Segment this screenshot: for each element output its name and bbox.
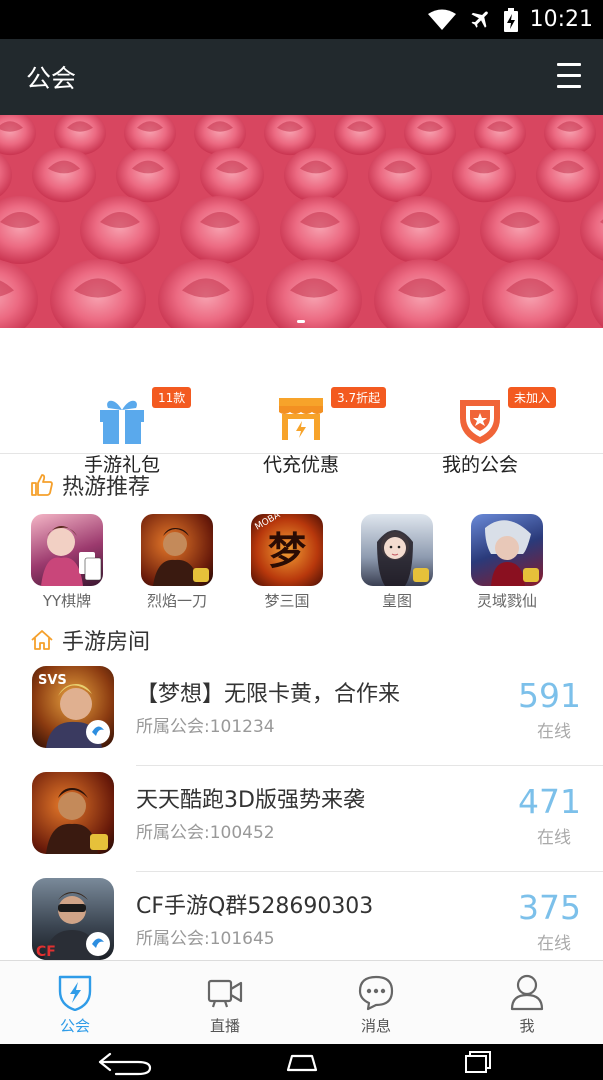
room-online-label: 在线: [537, 828, 571, 848]
join-status-badge: 未加入: [508, 387, 557, 408]
room-title: 天天酷跑3D版强势来袭: [136, 788, 365, 813]
home-icon: [30, 628, 54, 652]
game-name: 灵域戮仙: [476, 592, 537, 610]
home-button-icon[interactable]: [286, 1050, 318, 1078]
game-thumbnail-huangtu: [361, 514, 433, 586]
room-item[interactable]: 天天酷跑3D版强势来袭 所属公会:100452 471 在线: [0, 766, 603, 872]
room-guild-id: 所属公会:101234: [136, 717, 275, 737]
svg-text:梦: 梦: [268, 528, 306, 573]
svg-text:CF: CF: [36, 944, 56, 960]
hot-games-header: 热游推荐: [30, 470, 150, 500]
game-item[interactable]: 皇图: [342, 514, 452, 611]
room-guild-id: 所属公会:101645: [136, 929, 275, 949]
carousel-indicator: [297, 320, 305, 323]
game-item[interactable]: YY棋牌: [12, 514, 122, 611]
wifi-icon: [427, 9, 456, 31]
nav-tab-guild[interactable]: 公会: [0, 961, 150, 1045]
shop-icon: [273, 390, 329, 446]
room-thumbnail-tiantian: [32, 772, 114, 854]
banner-carousel[interactable]: [0, 115, 603, 328]
airplane-icon: [468, 8, 492, 32]
game-name: 烈焰一刀: [146, 592, 207, 610]
game-item[interactable]: 梦 MOBA 梦三国: [232, 514, 342, 611]
nav-tab-messages[interactable]: 消息: [301, 961, 451, 1045]
bottom-nav: 公会 直播 消息 我: [0, 960, 603, 1044]
gift-icon: [94, 390, 150, 446]
game-thumbnail-lieyan: [141, 514, 213, 586]
hamburger-menu-icon[interactable]: [557, 63, 581, 91]
shield-star-icon: [452, 390, 508, 446]
nav-tab-live[interactable]: 直播: [150, 961, 300, 1045]
nav-tab-me[interactable]: 我: [452, 961, 602, 1045]
app-header: 公会: [0, 39, 603, 115]
discount-badge: 3.7折起: [331, 387, 387, 408]
quick-recharge-label: 代充优惠: [262, 454, 339, 476]
recent-apps-icon[interactable]: [464, 1050, 492, 1078]
battery-charging-icon: [503, 7, 518, 32]
hot-games-list: YY棋牌 烈焰一刀 梦 MOBA 梦三国 皇图 灵域戮仙: [0, 512, 603, 612]
game-thumbnail-lingyu: [471, 514, 543, 586]
room-online-count: 375: [518, 888, 581, 927]
rooms-header: 手游房间: [30, 625, 150, 655]
game-thumbnail-mengsanguo: 梦 MOBA: [251, 514, 323, 586]
gift-count-badge: 11款: [152, 387, 192, 408]
back-icon[interactable]: [98, 1050, 154, 1080]
game-item[interactable]: 烈焰一刀: [122, 514, 232, 611]
quick-actions: 11款 手游礼包 3.7折起 代充优惠 未加入 我的公会: [0, 328, 603, 476]
nav-label-me: 我: [519, 1017, 535, 1035]
video-camera-icon: [207, 973, 243, 1011]
room-online-count: 591: [518, 676, 581, 715]
room-thumbnail-cf: CF: [32, 878, 114, 960]
rooms-title: 手游房间: [62, 630, 151, 655]
roses-banner-image: [0, 115, 603, 328]
room-online-label: 在线: [537, 934, 571, 954]
nav-label-live: 直播: [209, 1017, 240, 1035]
game-name: YY棋牌: [42, 592, 92, 610]
status-bar: 10:21: [0, 0, 603, 39]
game-thumbnail-yy: [31, 514, 103, 586]
status-time: 10:21: [529, 7, 593, 32]
person-icon: [509, 973, 545, 1011]
svg-text:SVS: SVS: [38, 673, 67, 688]
nav-label-messages: 消息: [360, 1017, 391, 1035]
quick-my-guild-label: 我的公会: [441, 454, 518, 476]
chat-bubble-icon: [358, 973, 394, 1011]
room-thumbnail-svs: SVS: [32, 666, 114, 748]
game-item[interactable]: 灵域戮仙: [452, 514, 562, 611]
thumbs-up-icon: [30, 473, 54, 497]
system-nav-bar: [0, 1044, 603, 1080]
page-title: 公会: [26, 64, 77, 93]
room-title: CF手游Q群528690303: [136, 894, 374, 919]
game-name: 梦三国: [264, 592, 310, 610]
room-guild-id: 所属公会:100452: [136, 823, 275, 843]
game-name: 皇图: [381, 592, 412, 610]
room-online-count: 471: [518, 782, 581, 821]
room-title: 【梦想】无限卡黄，合作来: [136, 682, 401, 707]
room-item[interactable]: SVS 【梦想】无限卡黄，合作来 所属公会:101234 591 在线: [0, 660, 603, 766]
nav-label-guild: 公会: [59, 1017, 90, 1035]
hot-games-title: 热游推荐: [62, 475, 151, 500]
room-online-label: 在线: [537, 722, 571, 742]
guild-shield-icon: [57, 973, 93, 1012]
